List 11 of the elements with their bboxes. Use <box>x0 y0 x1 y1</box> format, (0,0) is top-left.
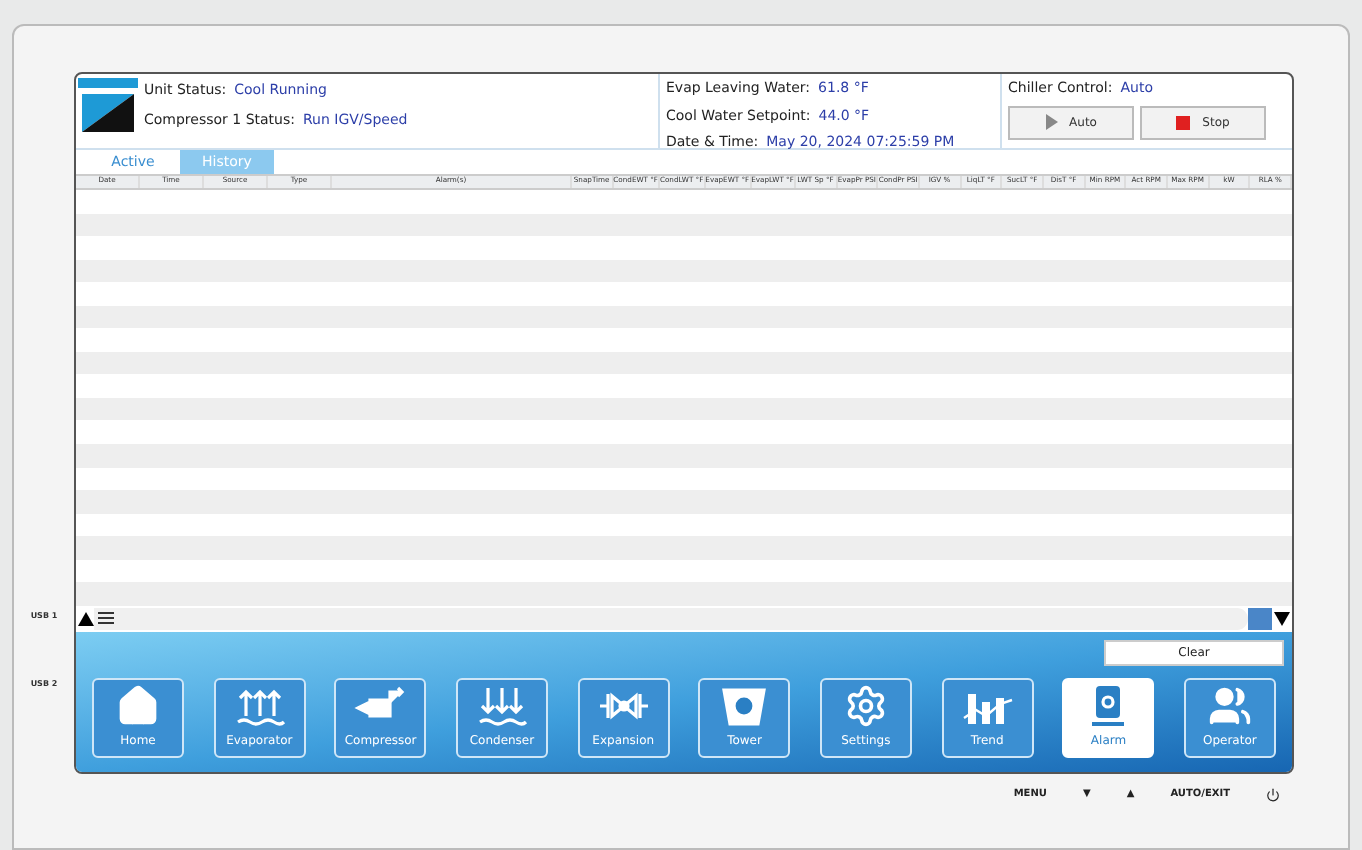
logo-icon <box>78 76 138 136</box>
falling-arrows-icon <box>475 684 528 729</box>
menu-icon <box>98 612 114 625</box>
rising-arrows-icon <box>233 684 286 729</box>
scroll-thumb[interactable] <box>1248 607 1272 630</box>
settings-icon <box>843 684 888 729</box>
play-icon <box>1045 114 1058 130</box>
house-icon <box>116 684 160 729</box>
power-icon[interactable] <box>1266 788 1280 803</box>
stop-icon <box>1176 115 1191 129</box>
people-icon <box>1207 684 1252 729</box>
